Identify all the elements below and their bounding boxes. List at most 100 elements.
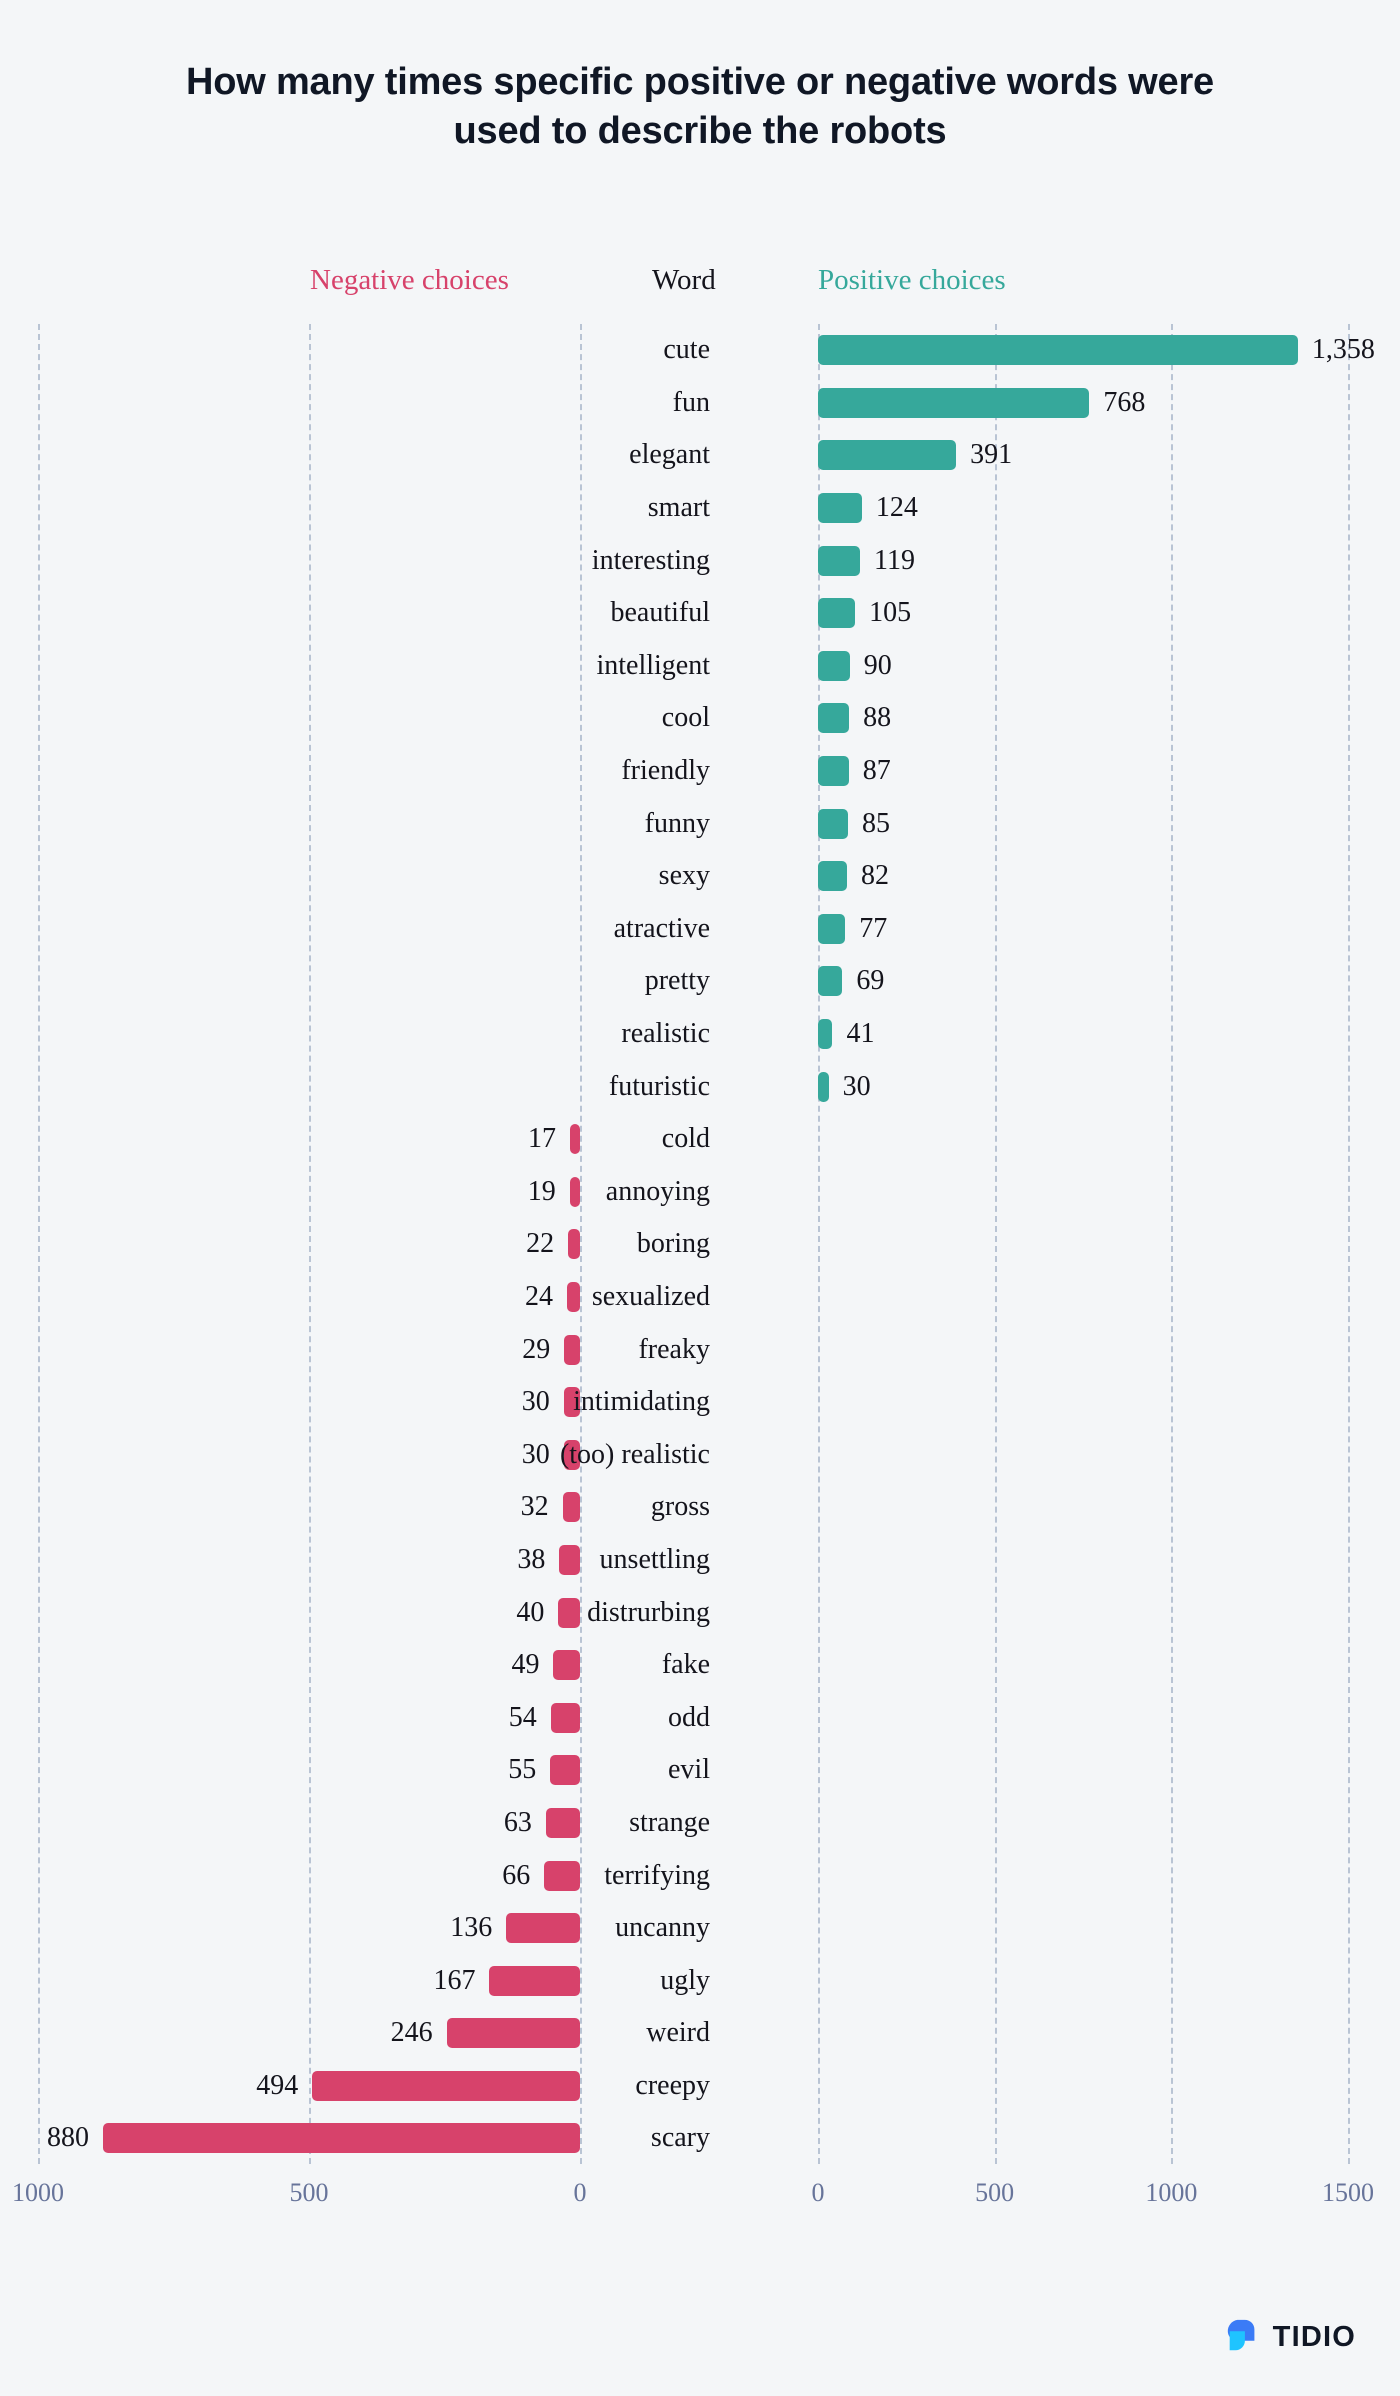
word-label: scary	[650, 2122, 710, 2154]
chart-row: 22 boring	[0, 1218, 1400, 1271]
bar-value-label: 167	[433, 1964, 476, 1996]
bar-negative	[550, 1702, 580, 1733]
chart-row: 87 friendly	[0, 745, 1400, 798]
bar-negative	[568, 1229, 580, 1260]
bar-positive	[818, 756, 849, 787]
bar-value-label: 1,358	[1311, 334, 1375, 366]
word-label: ugly	[660, 1964, 710, 1996]
bar-value-label: 29	[522, 1333, 551, 1365]
bar-value-label: 32	[520, 1491, 549, 1523]
chart-row: 49 fake	[0, 1639, 1400, 1692]
bar-negative	[103, 2123, 580, 2154]
bar-value-label: 90	[863, 649, 892, 681]
bar-value-label: 85	[862, 807, 891, 839]
bar-value-label: 40	[516, 1596, 545, 1628]
word-label: intimidating	[573, 1386, 710, 1418]
word-label: terrifying	[604, 1859, 710, 1891]
bar-positive	[818, 1071, 829, 1102]
word-label: (too) realistic	[559, 1438, 710, 1470]
column-headers: Negative choices Word Positive choices	[0, 262, 1400, 298]
bar-value-label: 54	[508, 1701, 537, 1733]
bar-value-label: 87	[862, 755, 891, 787]
chart-row: 30 futuristic	[0, 1060, 1400, 1113]
bar-negative	[564, 1334, 580, 1365]
chart-row: 494 creepy	[0, 2060, 1400, 2113]
bar-value-label: 391	[970, 439, 1013, 471]
legend-positive-choices: Positive choices	[818, 264, 1006, 296]
word-label: weird	[646, 2017, 710, 2049]
chart-row: 77 atractive	[0, 903, 1400, 956]
tick-label-left-0: 0	[573, 2178, 587, 2207]
bar-negative	[489, 1965, 580, 1996]
bar-value-label: 82	[860, 860, 889, 892]
bar-value-label: 41	[846, 1018, 875, 1050]
bar-positive	[818, 545, 861, 576]
word-label: evil	[668, 1754, 710, 1786]
bar-negative	[544, 1860, 580, 1891]
bar-value-label: 24	[525, 1280, 553, 1312]
word-label: beautiful	[610, 597, 710, 629]
tick-label-right-1000: 1000	[1145, 2178, 1198, 2207]
chart-row: 90 intelligent	[0, 640, 1400, 693]
bar-positive	[818, 335, 1298, 366]
bar-rows: 1,358 cute 768 fun 391 elegant 124 smart 119 inte…	[0, 324, 1400, 2165]
word-label: odd	[668, 1701, 710, 1733]
bar-negative	[446, 2018, 580, 2049]
word-label: cold	[661, 1123, 710, 1155]
word-label: sexualized	[591, 1280, 710, 1312]
bar-positive	[818, 650, 850, 681]
chart-row: 246 weird	[0, 2007, 1400, 2060]
word-label: realistic	[621, 1018, 710, 1050]
bar-positive	[818, 913, 846, 944]
word-label: unsettling	[599, 1543, 710, 1575]
bar-negative	[312, 2070, 580, 2101]
word-label: boring	[636, 1228, 710, 1260]
bar-negative	[559, 1544, 580, 1575]
word-label: friendly	[621, 755, 710, 787]
chart-row: 38 unsettling	[0, 1534, 1400, 1587]
chart-row: 17 cold	[0, 1113, 1400, 1166]
chart-row: 768 fun	[0, 377, 1400, 430]
bar-value-label: 136	[450, 1912, 493, 1944]
tick-label-right-1500: 1500	[1322, 2178, 1374, 2207]
bar-value-label: 30	[842, 1070, 871, 1102]
tidio-logo: TIDIO	[1224, 2318, 1356, 2356]
bar-positive	[818, 703, 850, 734]
word-label: funny	[644, 807, 710, 839]
word-label: uncanny	[615, 1912, 710, 1944]
chart-row: 24 sexualized	[0, 1271, 1400, 1324]
bar-value-label: 55	[508, 1754, 537, 1786]
word-label: intelligent	[596, 649, 710, 681]
chart-canvas: Negative choices Word Positive choices 1…	[0, 0, 1400, 2396]
bar-value-label: 246	[390, 2017, 433, 2049]
bar-value-label: 49	[511, 1649, 540, 1681]
word-label: fun	[672, 386, 710, 418]
tick-label-left-500: 500	[289, 2178, 329, 2207]
bar-positive	[818, 493, 862, 524]
word-label: annoying	[605, 1175, 710, 1207]
chart-row: 880 scary	[0, 2112, 1400, 2165]
bar-value-label: 124	[875, 492, 918, 524]
bar-value-label: 63	[503, 1806, 532, 1838]
word-label: distrurbing	[587, 1596, 710, 1628]
chart-row: 391 elegant	[0, 429, 1400, 482]
chart-row: 1,358 cute	[0, 324, 1400, 377]
bar-negative	[569, 1176, 580, 1207]
chart-row: 32 gross	[0, 1481, 1400, 1534]
bar-negative	[566, 1281, 580, 1312]
bar-value-label: 768	[1103, 386, 1146, 418]
bar-value-label: 22	[526, 1228, 555, 1260]
tidio-wordmark: TIDIO	[1272, 2320, 1356, 2353]
tidio-mark-icon	[1227, 2319, 1255, 2351]
tick-label-right-500: 500	[975, 2178, 1015, 2207]
bar-value-label: 77	[859, 912, 888, 944]
bar-negative	[550, 1755, 580, 1786]
chart-row: 105 beautiful	[0, 587, 1400, 640]
bar-negative	[570, 1124, 580, 1155]
bar-positive	[818, 808, 849, 839]
bar-value-label: 38	[517, 1543, 546, 1575]
legend-word-column: Word	[652, 264, 716, 296]
chart-row: 19 annoying	[0, 1166, 1400, 1219]
word-label: strange	[629, 1806, 710, 1838]
bar-positive	[818, 861, 847, 892]
